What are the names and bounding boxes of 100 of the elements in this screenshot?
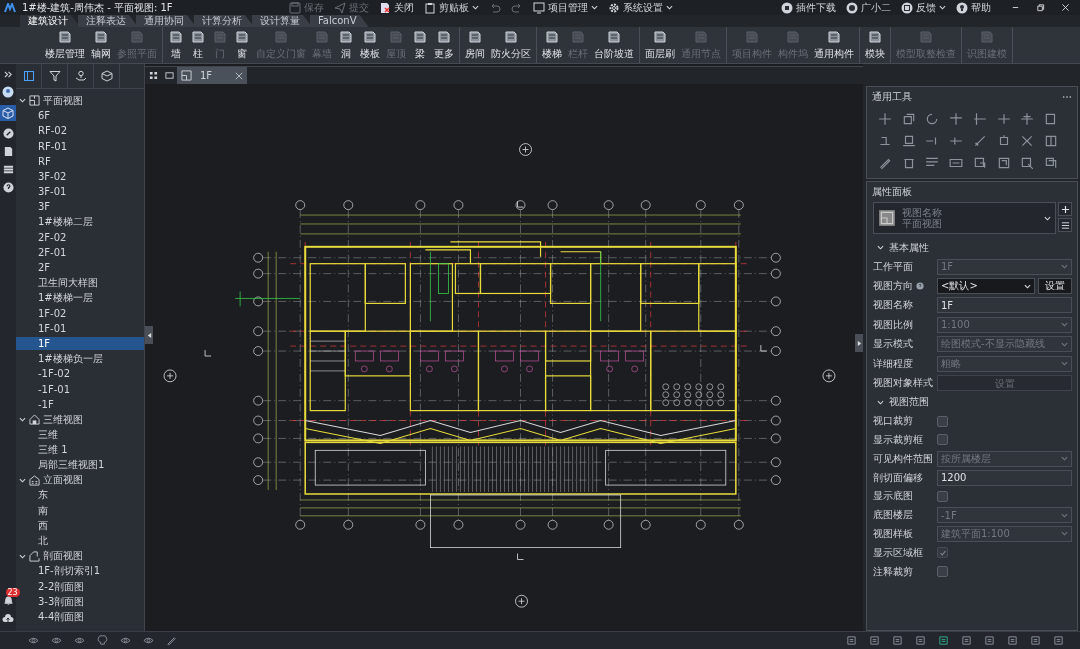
add-icon[interactable] [1058,202,1072,216]
ribbon-button[interactable]: 楼板 [357,27,383,63]
tree-item[interactable]: 西 [16,517,144,534]
tree-item[interactable]: 2F-01 [16,245,144,259]
ribbon-button[interactable]: 轴网 [88,27,114,63]
tree-item[interactable]: 2F [16,261,144,275]
tree-item[interactable]: RF-01 [16,139,144,153]
ribbon-button[interactable]: 防火分区 [488,27,534,63]
tree-item[interactable]: 1#楼梯二层 [16,214,144,231]
checkbox[interactable] [937,415,948,427]
chevron-icon[interactable] [877,244,884,251]
tree-item[interactable]: 三维 1 [16,441,144,458]
ribbon-button[interactable]: 楼层管理 [42,27,88,63]
tree-item[interactable]: 6F [16,109,144,123]
tree-item[interactable]: 1F-02 [16,306,144,320]
ribbon-button[interactable]: 台阶坡道 [591,27,637,63]
file-icon[interactable] [2,146,14,157]
ribbon-button[interactable]: 楼梯 [539,27,565,63]
checkbox[interactable] [937,490,948,502]
close-icon[interactable] [1061,3,1070,12]
view-type-selector[interactable]: 视图名称 平面视图 [873,202,1056,234]
lightbulb-icon[interactable] [97,635,108,646]
collapse-handle[interactable] [855,334,863,352]
checkbox[interactable] [937,434,948,446]
tree-item[interactable]: 2F-02 [16,230,144,244]
list-settings-icon[interactable] [1058,218,1072,232]
toolbar-button[interactable]: 插件下载 [781,0,836,15]
eye-icon[interactable] [120,635,131,646]
bell-icon[interactable] [2,595,14,606]
tree-item[interactable]: -1F [16,397,144,411]
ribbon-button[interactable]: 柱 [187,27,209,63]
ribbon-tab[interactable]: 计算分析 [194,15,254,27]
ribbon-button[interactable]: 房间 [462,27,488,63]
dropdown-field[interactable]: <默认> [937,278,1035,295]
tree-item[interactable]: 3F-01 [16,185,144,199]
tree-item[interactable]: 局部三维视图1 [16,457,144,474]
settings-button[interactable]: 设置 [1038,278,1072,295]
collapse-handle[interactable] [145,326,153,344]
expand-icon[interactable] [3,70,13,79]
tree-group[interactable]: 平面视图 [16,93,144,109]
pen-icon[interactable] [166,635,177,646]
tree-item[interactable]: 东 [16,487,144,504]
tree-item[interactable]: 南 [16,502,144,519]
tree-item[interactable]: 3F-02 [16,170,144,184]
tree-group[interactable]: 立面视图 [16,472,144,488]
ribbon-button[interactable]: 梁 [409,27,431,63]
toolbar-button[interactable]: 广小二 [846,0,891,15]
section-header[interactable]: 基本属性 [867,238,1077,257]
ribbon-tab[interactable]: 通用协同 [136,15,196,27]
eye-icon[interactable] [28,635,39,646]
checkbox[interactable] [937,566,948,577]
ribbon-tab[interactable]: FalconV [310,15,369,27]
ribbon-button[interactable]: 通用构件 [811,27,857,63]
tree-item[interactable]: 1#楼梯负一层 [16,350,144,367]
chevron-icon[interactable] [19,476,26,484]
tree-item[interactable]: 4-4剖面图 [16,608,144,625]
help-icon[interactable] [2,182,14,193]
ribbon-tab[interactable]: 注释表达 [78,15,138,27]
section-header[interactable]: 视图范围 [867,392,1077,412]
ribbon-tab[interactable]: 建筑设计 [20,15,80,27]
chevron-icon[interactable] [19,552,26,560]
ribbon-button[interactable]: 面层刷 [642,27,678,63]
help-icon[interactable] [916,282,924,291]
toolbar-button[interactable]: 剪贴板 [423,0,479,15]
ribbon-tab[interactable]: 设计算量 [252,15,312,27]
toolbar-button[interactable]: 反馈 [901,0,946,15]
cloud-user-icon[interactable] [2,86,14,98]
tree-item[interactable]: 1F-剖切索引1 [16,563,144,580]
cube-icon[interactable] [0,105,16,121]
eye-icon[interactable] [143,635,154,646]
cloud-upload-icon[interactable] [2,613,14,625]
document-tab[interactable]: 1F [177,67,247,84]
tree-item[interactable]: 1#楼梯一层 [16,290,144,307]
eye-icon[interactable] [74,635,85,646]
tree-item[interactable]: 北 [16,533,144,550]
more-icon[interactable] [1062,95,1072,99]
tree-item[interactable]: -1F-01 [16,382,144,396]
ribbon-button[interactable]: 更多 [431,27,457,63]
tree-item[interactable]: RF [16,154,144,168]
input-field[interactable]: 1200 [937,469,1072,486]
chevron-icon[interactable] [877,398,884,406]
eye-icon[interactable] [51,635,62,646]
tree-item[interactable]: -1F-02 [16,367,144,381]
tree-item[interactable]: 卫生间大样图 [16,274,144,291]
ribbon-button[interactable]: 洞 [335,27,357,63]
tree-group[interactable]: 三维视图 [16,411,144,428]
ribbon-button[interactable]: 墙 [165,27,187,63]
input-field[interactable]: 1F [937,297,1072,314]
toolbar-button[interactable]: 关闭 [378,0,414,15]
tree-item[interactable]: 1F [16,337,144,351]
tree-group[interactable]: 剖面视图 [16,548,144,564]
chevron-icon[interactable] [19,97,26,105]
ribbon-button[interactable]: 窗 [231,27,253,63]
ribbon-button[interactable]: 模块 [862,27,888,63]
tree-item[interactable]: 1F-01 [16,321,144,335]
toolbar-button[interactable]: 帮助 [956,0,991,15]
tree-item[interactable]: RF-02 [16,124,144,138]
tree-item[interactable]: 3F [16,200,144,214]
toolbar-button[interactable]: 系统设置 [607,0,673,15]
restore-icon[interactable] [1036,3,1045,12]
